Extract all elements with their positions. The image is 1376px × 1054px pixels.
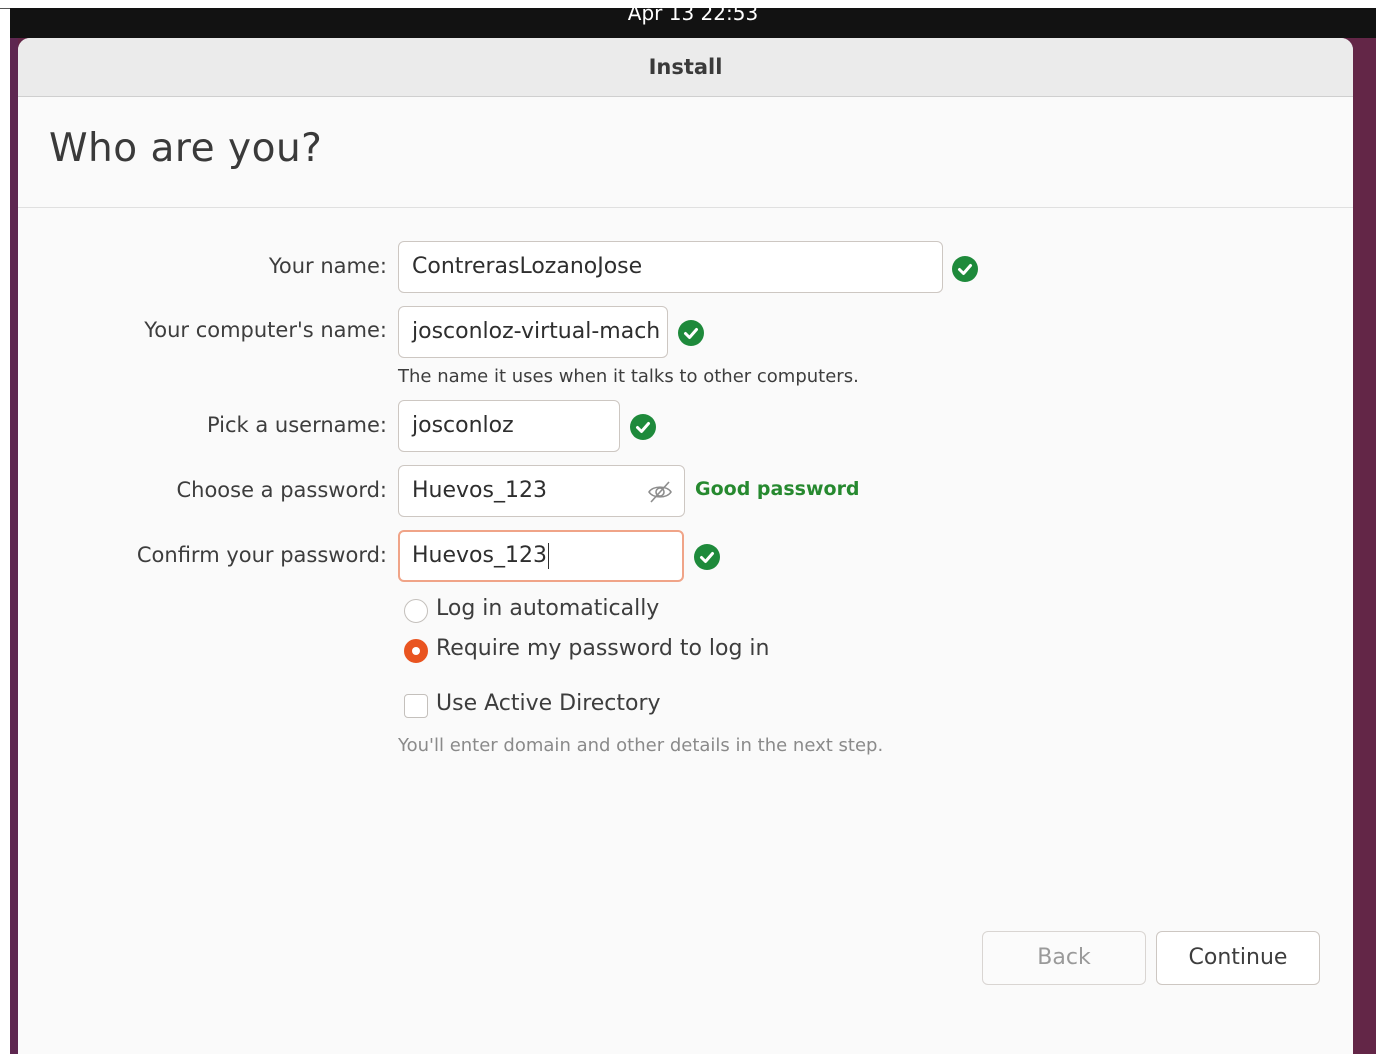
require-password-label[interactable]: Require my password to log in <box>436 636 770 661</box>
your-name-field[interactable]: ContrerasLozanoJose <box>398 241 943 293</box>
desktop-left-strip <box>10 8 18 1054</box>
computer-name-valid-check-icon <box>678 320 704 346</box>
confirm-password-value: Huevos_123 <box>412 543 547 568</box>
password-label: Choose a password: <box>176 478 387 502</box>
require-password-radio[interactable] <box>404 639 428 663</box>
name-valid-check-icon <box>952 256 978 282</box>
active-directory-label[interactable]: Use Active Directory <box>436 691 661 716</box>
log-in-automatically-radio[interactable] <box>404 599 428 623</box>
username-field[interactable]: josconloz <box>398 400 620 452</box>
confirm-password-field[interactable]: Huevos_123 <box>398 530 684 582</box>
confirm-password-label: Confirm your password: <box>136 543 387 567</box>
username-valid-check-icon <box>630 414 656 440</box>
screen-edge-line <box>0 8 10 9</box>
your-name-label: Your name: <box>268 254 387 278</box>
computer-name-value: josconloz-virtual-mach <box>412 319 661 344</box>
computer-name-label: Your computer's name: <box>144 318 387 342</box>
back-button[interactable]: Back <box>982 931 1146 985</box>
window-titlebar: Install <box>18 38 1353 97</box>
text-cursor <box>547 543 549 569</box>
confirm-password-valid-check-icon <box>694 544 720 570</box>
window-title: Install <box>648 55 723 79</box>
log-in-automatically-label[interactable]: Log in automatically <box>436 596 659 621</box>
password-strength-label: Good password <box>695 478 860 500</box>
username-label: Pick a username: <box>206 413 387 437</box>
continue-button[interactable]: Continue <box>1156 931 1320 985</box>
password-value: Huevos_123 <box>412 478 547 503</box>
installer-window: Install Who are you? Your name: Contrera… <box>18 38 1353 1054</box>
your-name-value: ContrerasLozanoJose <box>412 254 643 279</box>
show-password-eye-icon[interactable] <box>646 478 674 506</box>
active-directory-checkbox[interactable] <box>404 694 428 718</box>
computer-name-hint: The name it uses when it talks to other … <box>398 366 859 387</box>
top-bar: Apr 13 22:53 <box>10 8 1376 38</box>
clock[interactable]: Apr 13 22:53 <box>10 8 1376 23</box>
username-value: josconloz <box>412 413 514 438</box>
title-separator <box>18 207 1353 208</box>
password-field[interactable]: Huevos_123 <box>398 465 685 517</box>
page-title: Who are you? <box>49 126 323 171</box>
computer-name-field[interactable]: josconloz-virtual-mach <box>398 306 668 358</box>
active-directory-hint: You'll enter domain and other details in… <box>398 735 884 756</box>
